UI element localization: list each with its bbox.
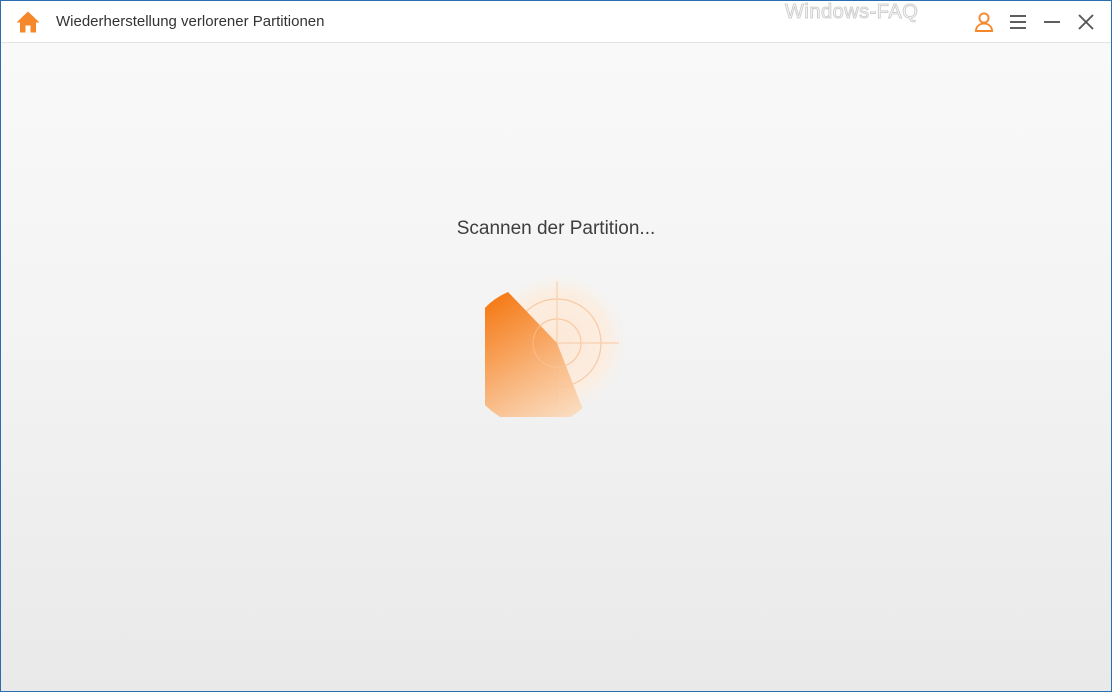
menu-button[interactable] — [1006, 10, 1030, 34]
minimize-button[interactable] — [1040, 10, 1064, 34]
app-window: Wiederherstellung verlorener Partitionen… — [0, 0, 1112, 692]
watermark-text: Windows-FAQ — [784, 1, 919, 24]
minimize-icon — [1044, 21, 1060, 23]
account-button[interactable] — [972, 10, 996, 34]
close-icon — [1078, 14, 1094, 30]
title-bar: Wiederherstellung verlorener Partitionen… — [1, 1, 1111, 43]
radar-scan-animation — [465, 273, 629, 427]
home-button[interactable] — [15, 10, 41, 34]
user-icon — [974, 12, 994, 32]
close-button[interactable] — [1074, 10, 1098, 34]
scan-status-text: Scannen der Partition... — [456, 218, 656, 239]
home-icon — [16, 11, 40, 33]
radar-scan-icon — [465, 273, 627, 427]
window-title: Wiederherstellung verlorener Partitionen — [56, 13, 325, 30]
hamburger-menu-icon — [1010, 15, 1026, 29]
